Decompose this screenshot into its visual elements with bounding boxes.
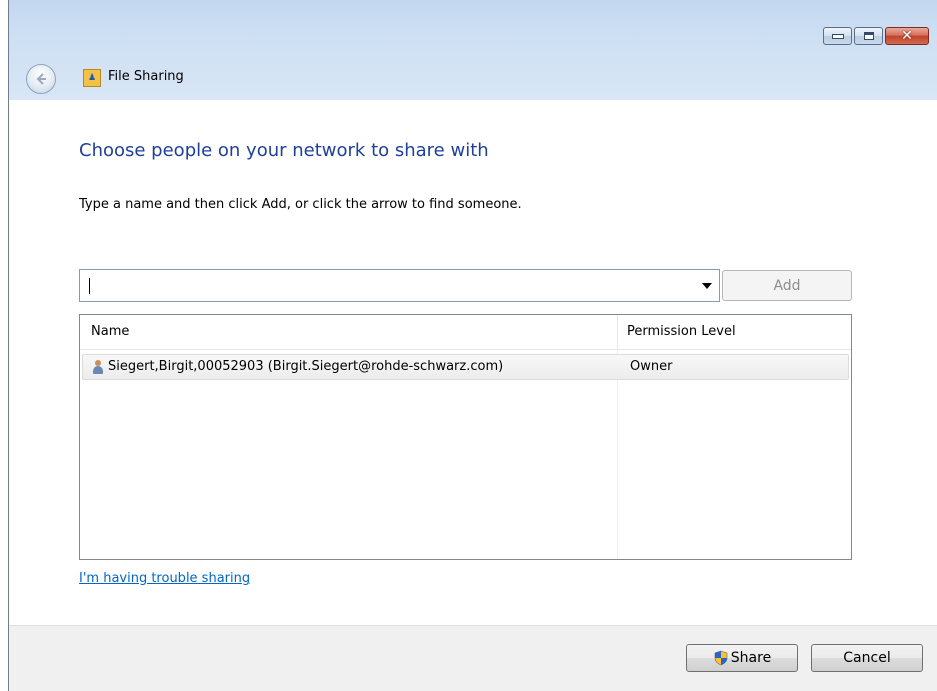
minimize-icon	[831, 33, 844, 39]
add-button[interactable]: Add	[722, 270, 852, 301]
title-bar[interactable]: ✕ ♟ File Sharing	[9, 0, 937, 100]
row-permission-level[interactable]: Owner	[630, 359, 672, 374]
column-header-permission[interactable]: Permission Level	[627, 324, 736, 339]
share-button[interactable]: Share	[686, 644, 798, 672]
row-user-name: Siegert,Birgit,00052903 (Birgit.Siegert@…	[108, 359, 504, 374]
people-share-icon: ♟	[83, 69, 101, 87]
name-combobox[interactable]	[79, 269, 720, 302]
share-button-label: Share	[730, 650, 772, 666]
minimize-button[interactable]	[823, 27, 852, 45]
column-divider-body	[617, 349, 618, 559]
column-divider[interactable]	[617, 315, 618, 349]
back-arrow-icon	[36, 73, 46, 85]
back-button[interactable]	[26, 64, 56, 94]
close-button[interactable]: ✕	[885, 27, 929, 45]
maximize-icon	[863, 32, 874, 40]
column-header-name[interactable]: Name	[91, 324, 129, 339]
page-heading: Choose people on your network to share w…	[79, 140, 489, 161]
maximize-button[interactable]	[854, 27, 883, 45]
caption-buttons: ✕	[821, 27, 929, 45]
list-row[interactable]: Siegert,Birgit,00052903 (Birgit.Siegert@…	[82, 354, 849, 380]
instruction-text: Type a name and then click Add, or click…	[79, 197, 522, 212]
name-input[interactable]	[86, 276, 690, 298]
file-sharing-window: ✕ ♟ File Sharing Choose people on your n…	[8, 0, 937, 691]
uac-shield-icon	[714, 650, 728, 666]
window-title: File Sharing	[108, 69, 184, 84]
user-icon	[92, 360, 104, 374]
dropdown-arrow-icon[interactable]	[699, 278, 715, 294]
trouble-sharing-link[interactable]: I'm having trouble sharing	[79, 571, 250, 586]
sharing-list[interactable]: Name Permission Level Siegert,Birgit,000…	[79, 314, 852, 560]
dialog-footer: Share Cancel	[9, 625, 937, 691]
list-header: Name Permission Level	[80, 315, 851, 350]
close-icon: ✕	[901, 28, 913, 44]
cancel-button[interactable]: Cancel	[811, 644, 923, 672]
